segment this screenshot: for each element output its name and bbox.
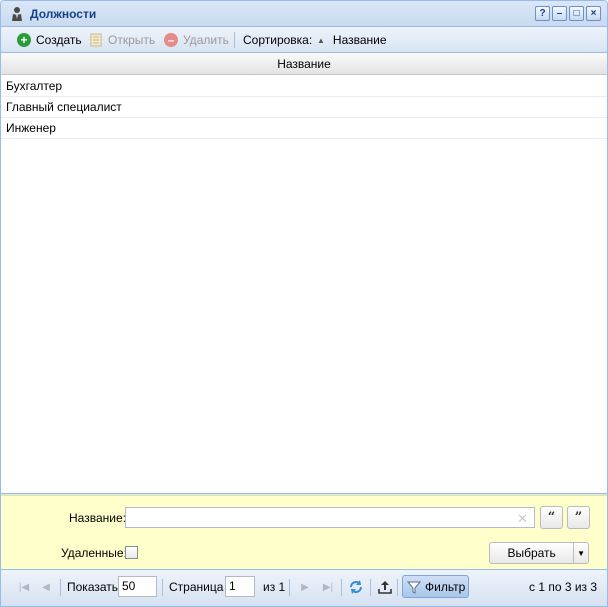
table-row[interactable]: Инженер <box>1 118 607 139</box>
paging-separator <box>341 579 342 596</box>
deleted-checkbox[interactable] <box>125 546 138 559</box>
funnel-icon <box>407 581 421 594</box>
export-icon[interactable] <box>377 579 393 595</box>
open-label: Открыть <box>108 33 156 47</box>
close-button[interactable]: × <box>586 6 601 21</box>
open-button[interactable]: Открыть <box>89 31 155 49</box>
toolbar-separator <box>234 32 235 48</box>
positions-window: Должности ? – □ × + Создать Открыть – Уд… <box>0 0 608 607</box>
close-icon: × <box>590 7 597 19</box>
next-page-icon[interactable]: ▶ <box>297 579 313 595</box>
select-button[interactable]: Выбрать ▼ <box>489 542 589 564</box>
refresh-icon[interactable] <box>348 579 364 595</box>
document-icon <box>90 33 102 47</box>
filter-toggle-button[interactable]: Фильтр <box>402 575 469 598</box>
title-bar[interactable]: Должности ? – □ × <box>1 1 607 27</box>
plus-icon: + <box>17 33 31 47</box>
paging-separator <box>370 579 371 596</box>
close-quote-button[interactable]: ” <box>567 506 590 529</box>
last-page-icon[interactable]: ▶| <box>320 579 336 595</box>
maximize-button[interactable]: □ <box>569 6 584 21</box>
page-label: Страница <box>169 580 224 594</box>
paging-separator <box>60 579 61 596</box>
first-page-icon[interactable]: |◀ <box>16 579 32 595</box>
page-size-input[interactable]: 50 <box>118 576 157 597</box>
filter-panel: Название: ✕ “ ” Удаленные: Выбрать ▼ <box>1 495 607 569</box>
help-icon: ? <box>539 7 546 19</box>
sort-field-label: Название <box>332 33 387 47</box>
person-icon <box>12 7 22 21</box>
chevron-down-icon[interactable]: ▼ <box>573 543 588 563</box>
delete-button[interactable]: – Удалить <box>164 31 229 49</box>
paging-separator <box>397 579 398 596</box>
minimize-icon: – <box>556 7 563 19</box>
clear-icon[interactable]: ✕ <box>517 511 528 527</box>
sort-field-button[interactable]: ▲ Название <box>317 31 387 49</box>
toolbar: + Создать Открыть – Удалить Сортировка: … <box>1 27 607 53</box>
table-row[interactable]: Бухгалтер <box>1 76 607 97</box>
paging-separator <box>162 579 163 596</box>
minus-icon: – <box>164 33 178 47</box>
name-filter-input[interactable]: ✕ <box>125 507 535 528</box>
help-button[interactable]: ? <box>535 6 550 21</box>
open-quote-icon: “ <box>547 510 556 525</box>
records-summary: с 1 по 3 из 3 <box>529 580 598 594</box>
delete-label: Удалить <box>183 33 229 47</box>
name-filter-label: Название: <box>69 511 126 525</box>
sort-label: Сортировка: <box>243 33 313 47</box>
window-title: Должности <box>30 7 97 21</box>
create-button[interactable]: + Создать <box>17 31 82 49</box>
minimize-button[interactable]: – <box>552 6 567 21</box>
table-row[interactable]: Главный специалист <box>1 97 607 118</box>
close-quote-icon: ” <box>574 510 583 525</box>
create-label: Создать <box>36 33 82 47</box>
positions-grid: Название Бухгалтер Главный специалист Ин… <box>1 53 607 494</box>
prev-page-icon[interactable]: ◀ <box>38 579 54 595</box>
maximize-icon: □ <box>573 7 580 19</box>
page-size-label: Показать <box>67 580 119 594</box>
page-count-label: из 1 <box>263 580 286 594</box>
column-header-name[interactable]: Название <box>1 53 607 75</box>
select-button-label: Выбрать <box>507 546 556 560</box>
deleted-filter-label: Удаленные: <box>61 546 127 560</box>
open-quote-button[interactable]: “ <box>540 506 563 529</box>
paging-toolbar: |◀ ◀ Показать 50 Страница 1 из 1 ▶ ▶| Фи… <box>1 569 607 606</box>
filter-toggle-label: Фильтр <box>425 579 466 594</box>
paging-separator <box>289 579 290 596</box>
page-number-input[interactable]: 1 <box>225 576 255 597</box>
sort-asc-icon: ▲ <box>317 35 325 45</box>
